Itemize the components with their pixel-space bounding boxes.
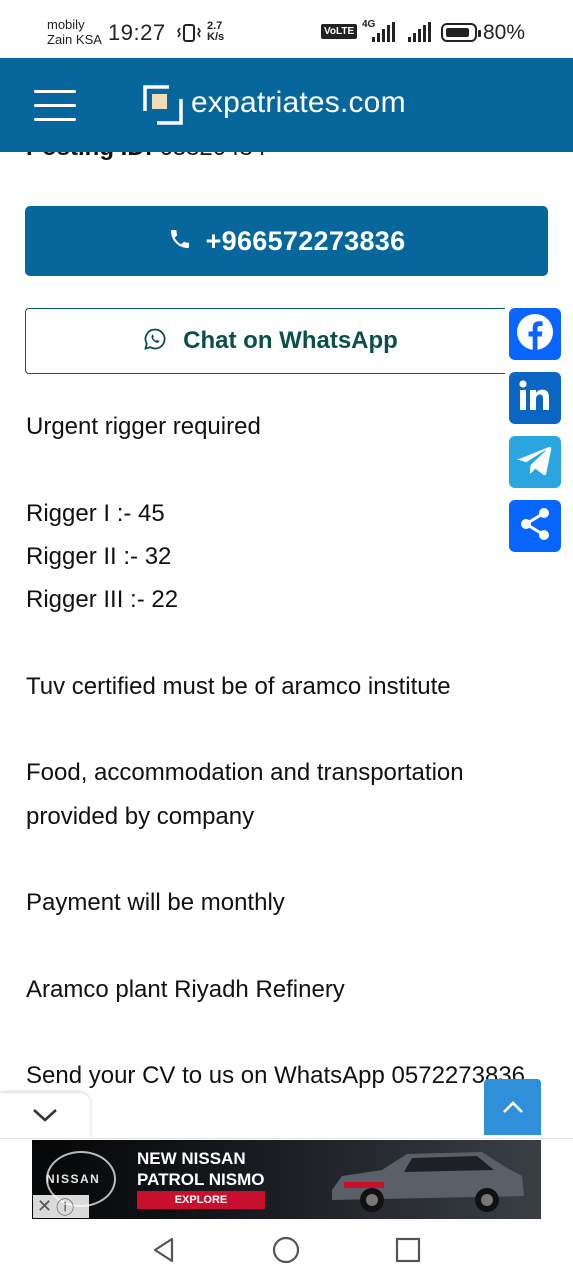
home-icon[interactable] [272,1236,300,1269]
carrier-name-1: mobily [47,17,85,32]
telegram-icon [515,440,555,485]
share-icon [515,504,555,549]
carrier-name-2: Zain KSA [47,32,102,47]
description-line: Rigger II :- 32 [26,542,172,570]
close-icon[interactable]: ✕ [37,1196,52,1217]
description-line [26,1011,571,1054]
phone-number: +966572273836 [205,225,406,256]
system-navigation-bar [0,1220,573,1280]
ad-brand: NISSAN [46,1172,101,1186]
ad-explore-button[interactable]: EXPLORE [137,1191,265,1209]
volte-badge: VoLTE [321,24,358,39]
description-line [26,838,571,881]
battery-icon [441,23,481,42]
carrier-info: mobily Zain KSA [47,17,102,47]
clock: 19:27 [108,20,166,45]
description-line: Food, accommodation and transportation [26,759,464,787]
ad-choices[interactable]: ✕ ⓘ [33,1195,89,1218]
description-line: Urgent rigger required [26,413,261,440]
linkedin-icon [515,376,555,421]
description-line [26,708,571,751]
posting-id-value: 63820484 [159,152,266,161]
telegram-share-button[interactable] [509,436,561,488]
battery-percent: 80% [483,21,526,44]
chevron-up-icon [502,1100,524,1119]
signal-icon-1 [372,22,395,42]
description-line: provided by company [26,802,255,830]
back-icon[interactable] [150,1236,178,1269]
menu-icon[interactable] [34,88,78,122]
collapse-ad-tab[interactable] [0,1093,90,1139]
description-line [26,925,571,968]
description-line: Payment will be monthly [26,889,285,917]
speed-unit: K/s [207,31,225,43]
phone-icon [168,227,192,256]
ad-headline-line-2: PATROL NISMO [137,1170,265,1189]
vibrate-icon [176,23,202,48]
facebook-share-button[interactable] [509,308,561,360]
info-icon[interactable]: ⓘ [56,1194,74,1220]
car-image [322,1146,532,1219]
chevron-down-icon [32,1107,58,1128]
description-line [26,448,571,491]
posting-id: Posting ID: 63820484 [26,152,266,162]
signal-icon-2 [408,22,431,42]
posting-id-label: Posting ID: [26,152,153,161]
recents-icon[interactable] [395,1237,421,1268]
scroll-to-top-button[interactable] [484,1079,541,1135]
listing-description: Urgent rigger required Rigger I :- 45 Ri… [26,405,571,1098]
ad-headline: NEW NISSAN PATROL NISMO [137,1148,265,1190]
listing-content: Posting ID: 63820484 +966572273836 Chat … [0,152,573,1152]
whatsapp-chat-button[interactable]: Chat on WhatsApp [25,308,505,374]
description-line [26,621,571,664]
ad-headline-line-1: NEW NISSAN [137,1149,246,1168]
linkedin-share-button[interactable] [509,372,561,424]
status-bar: mobily Zain KSA 19:27 2.7 K/s VoLTE 4G 8… [0,0,573,58]
site-header: expatriates.com [0,58,573,152]
call-button[interactable]: +966572273836 [25,206,548,276]
logo-icon[interactable] [143,85,183,125]
description-line: Rigger III :- 22 [26,586,179,614]
facebook-icon [515,312,555,357]
whatsapp-label: Chat on WhatsApp [183,327,398,354]
site-logo-text[interactable]: expatriates.com [191,86,406,120]
whatsapp-icon [143,327,167,356]
description-line: Tuv certified must be of aramco institut… [26,672,451,700]
network-speed: 2.7 K/s [207,21,224,43]
generic-share-button[interactable] [509,500,561,552]
ad-banner[interactable]: NISSAN NEW NISSAN PATROL NISMO EXPLORE [32,1140,541,1219]
description-line: Rigger I :- 45 [26,499,165,527]
description-line: Aramco plant Riyadh Refinery [26,975,345,1003]
